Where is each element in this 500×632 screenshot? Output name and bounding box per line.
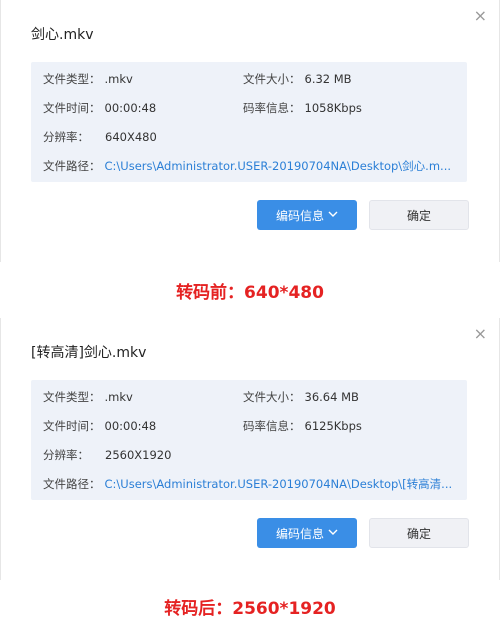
- file-type-value: .mkv: [104, 390, 133, 404]
- resolution-value: 2560X1920: [105, 448, 172, 462]
- file-path-label: 文件路径：: [43, 159, 101, 173]
- close-icon[interactable]: ×: [474, 8, 487, 24]
- file-path-label: 文件路径：: [43, 477, 101, 491]
- resolution-row: 分辨率： 640X480: [43, 129, 157, 145]
- file-size-row: 文件大小： 36.64 MB: [243, 389, 359, 405]
- file-path-row: 文件路径： C:\Users\Administrator.USER-2019070…: [43, 476, 452, 492]
- confirm-button[interactable]: 确定: [369, 518, 469, 548]
- dialog-title: [转高清]剑心.mkv: [31, 345, 147, 361]
- file-size-label: 文件大小：: [243, 390, 301, 404]
- file-size-row: 文件大小： 6.32 MB: [243, 71, 352, 87]
- bitrate-value: 1058Kbps: [304, 101, 362, 115]
- file-size-value: 36.64 MB: [304, 390, 359, 404]
- bitrate-label: 码率信息：: [243, 419, 301, 433]
- close-icon[interactable]: ×: [474, 326, 487, 342]
- chevron-down-icon: [328, 210, 338, 221]
- confirm-button[interactable]: 确定: [369, 200, 469, 230]
- resolution-row: 分辨率： 2560X1920: [43, 447, 171, 463]
- file-path-link[interactable]: C:\Users\Administrator.USER-20190704NA\D…: [105, 477, 453, 491]
- file-time-label: 文件时间：: [43, 101, 101, 115]
- file-info-dialog-after: × [转高清]剑心.mkv 文件类型： .mkv 文件大小： 36.64 MB 文件…: [0, 318, 500, 580]
- file-type-label: 文件类型：: [43, 390, 101, 404]
- caption-after: 转码后：2560*1920: [164, 599, 336, 619]
- dialog-title: 剑心.mkv: [31, 27, 94, 43]
- file-size-value: 6.32 MB: [304, 72, 352, 86]
- file-info-panel: 文件类型： .mkv 文件大小： 36.64 MB 文件时间： 00:00:48 码率…: [31, 380, 467, 500]
- file-type-value: .mkv: [104, 72, 133, 86]
- chevron-down-icon: [328, 528, 338, 539]
- file-type-row: 文件类型： .mkv: [43, 389, 133, 405]
- bitrate-label: 码率信息：: [243, 101, 301, 115]
- caption-before: 转码前：640*480: [176, 283, 324, 303]
- bitrate-row: 码率信息： 6125Kbps: [243, 418, 362, 434]
- file-time-value: 00:00:48: [104, 419, 157, 433]
- file-time-row: 文件时间： 00:00:48: [43, 418, 156, 434]
- encoding-info-label: 编码信息: [275, 526, 324, 541]
- resolution-label: 分辨率：: [43, 448, 89, 462]
- file-info-dialog-before: × 剑心.mkv 文件类型： .mkv 文件大小： 6.32 MB 文件时间： 00:…: [0, 0, 500, 262]
- file-time-label: 文件时间：: [43, 419, 101, 433]
- file-path-link[interactable]: C:\Users\Administrator.USER-20190704NA\D…: [105, 159, 452, 173]
- file-time-value: 00:00:48: [104, 101, 157, 115]
- file-type-row: 文件类型： .mkv: [43, 71, 133, 87]
- encoding-info-button[interactable]: 编码信息: [257, 518, 357, 548]
- file-info-panel: 文件类型： .mkv 文件大小： 6.32 MB 文件时间： 00:00:48 码率信…: [31, 62, 467, 182]
- encoding-info-label: 编码信息: [275, 208, 324, 223]
- resolution-label: 分辨率：: [43, 130, 89, 144]
- file-time-row: 文件时间： 00:00:48: [43, 100, 156, 116]
- file-size-label: 文件大小：: [243, 72, 301, 86]
- file-path-row: 文件路径： C:\Users\Administrator.USER-2019070…: [43, 158, 451, 174]
- file-type-label: 文件类型：: [43, 72, 101, 86]
- encoding-info-button[interactable]: 编码信息: [257, 200, 357, 230]
- bitrate-value: 6125Kbps: [304, 419, 362, 433]
- bitrate-row: 码率信息： 1058Kbps: [243, 100, 362, 116]
- resolution-value: 640X480: [105, 130, 157, 144]
